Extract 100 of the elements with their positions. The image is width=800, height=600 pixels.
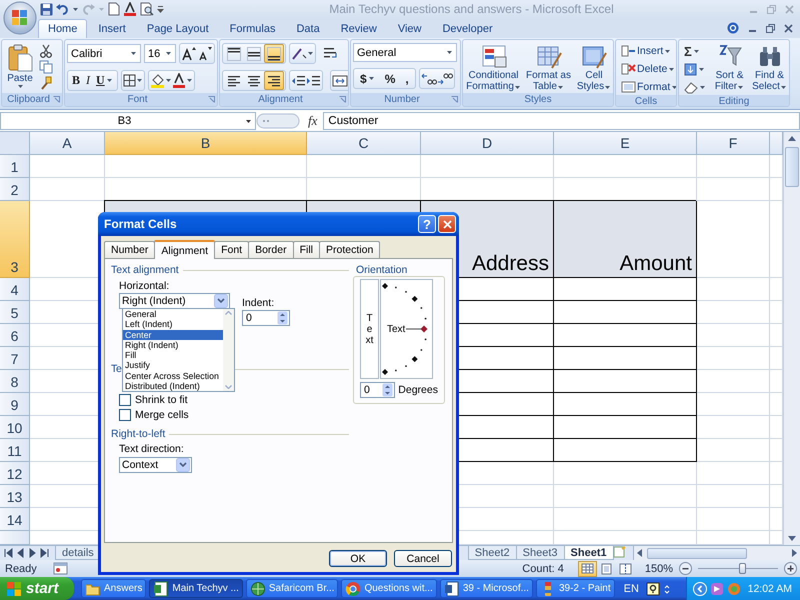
ribbon-tab[interactable]: Page Layout	[136, 19, 219, 38]
restore-icon[interactable]	[766, 24, 775, 32]
column-header[interactable]: F	[697, 132, 770, 155]
sheet-nav-icon[interactable]	[3, 547, 14, 559]
font-color-icon[interactable]	[172, 73, 186, 88]
dialog-tab[interactable]: Border	[248, 241, 294, 258]
brush-icon[interactable]	[39, 76, 53, 90]
sheet-tab[interactable]: Sheet3	[516, 546, 565, 560]
ribbon-tab[interactable]: Formulas	[220, 19, 286, 38]
dialog-launcher-icon[interactable]	[339, 96, 346, 103]
dropdown-option[interactable]: Left (Indent)	[123, 319, 223, 330]
save-icon[interactable]	[40, 2, 53, 16]
horizontal-select[interactable]: Right (Indent)	[119, 293, 230, 309]
column-header[interactable]: E	[554, 132, 697, 155]
borders-icon[interactable]	[122, 74, 136, 87]
language-indicator[interactable]: EN	[624, 582, 639, 594]
row-header[interactable]: 2	[0, 178, 30, 201]
zoom-out-icon[interactable]	[679, 562, 692, 575]
column-header[interactable]: B	[105, 132, 307, 155]
shrink-font-icon[interactable]	[197, 46, 213, 62]
bold-button[interactable]: B	[69, 71, 84, 90]
italic-button[interactable]: I	[83, 71, 94, 90]
undo-icon[interactable]	[56, 2, 69, 16]
name-box[interactable]: B3	[0, 112, 256, 130]
dialog-tab[interactable]: Font	[214, 241, 250, 258]
record-macro-icon[interactable]	[52, 562, 68, 575]
zoom-level[interactable]: 150%	[644, 562, 673, 574]
taskbar-button[interactable]: Answers	[81, 579, 146, 598]
taskbar-button[interactable]: 39 - Microsof...	[440, 579, 533, 598]
dialog-tab[interactable]: Number	[104, 241, 156, 258]
increase-decimal-icon[interactable]	[420, 72, 437, 86]
paste-button[interactable]: Paste	[4, 43, 36, 93]
grid-cell[interactable]	[554, 439, 697, 462]
sheet-tab[interactable]: Sheet2	[468, 546, 517, 560]
scissors-icon[interactable]	[39, 44, 53, 58]
scroll-thumb[interactable]	[785, 147, 799, 187]
sheet-tab[interactable]: Sheet1	[564, 546, 614, 560]
autosum-button[interactable]: Σ	[681, 43, 709, 59]
vertical-scrollbar[interactable]	[783, 132, 800, 545]
row-header[interactable]: 10	[0, 416, 30, 439]
orientation-icon[interactable]	[291, 46, 307, 60]
close-button[interactable]	[438, 215, 456, 233]
sheet-nav-icon[interactable]	[39, 547, 50, 559]
dropdown-option[interactable]: General	[123, 309, 223, 320]
down-arrow-icon[interactable]	[788, 536, 796, 541]
increase-indent-icon[interactable]	[306, 74, 321, 88]
row-header[interactable]: 9	[0, 393, 30, 416]
ribbon-tab[interactable]: Home	[38, 19, 88, 38]
ribbon-tab[interactable]: Data	[286, 19, 330, 38]
row-header[interactable]: 8	[0, 370, 30, 393]
dialog-launcher-icon[interactable]	[208, 96, 215, 103]
dropdown-option[interactable]: Justify	[123, 360, 223, 370]
styles-button[interactable]: Conditional Formatting	[465, 43, 522, 93]
align-button[interactable]	[264, 44, 284, 63]
merge-cells-icon[interactable]	[332, 74, 348, 88]
dialog-tab[interactable]: Protection	[319, 241, 380, 258]
vertical-text-option[interactable]: Text	[360, 279, 379, 379]
column-header[interactable]: C	[307, 132, 421, 155]
column-header[interactable]: D	[421, 132, 554, 155]
horizontal-scrollbar[interactable]	[632, 546, 800, 560]
media-icon[interactable]	[710, 582, 724, 596]
ribbon-tab[interactable]: View	[388, 19, 432, 38]
grid-cell[interactable]: Amount	[554, 201, 697, 278]
sheet-nav-icon[interactable]	[15, 547, 26, 559]
row-header[interactable]: 4	[0, 278, 30, 301]
start-button[interactable]: start	[0, 577, 74, 600]
row-header[interactable]: 12	[0, 462, 30, 485]
zoom-in-icon[interactable]	[784, 562, 797, 575]
comma-button[interactable]: ,	[400, 69, 414, 88]
dialog-launcher-icon[interactable]	[53, 96, 60, 103]
fill-color-icon[interactable]	[150, 73, 165, 88]
dialog-button[interactable]: OK	[329, 550, 387, 567]
text-direction-select[interactable]: Context	[119, 457, 192, 473]
row-header[interactable]: 5	[0, 301, 30, 324]
ribbon-tab[interactable]: Developer	[432, 19, 503, 38]
align-button[interactable]	[244, 44, 264, 63]
styles-button[interactable]: Cell Styles	[575, 43, 613, 93]
orientation-dial[interactable]: Text	[380, 279, 433, 379]
taskbar-button[interactable]: Questions wit...	[341, 579, 437, 598]
editing-button[interactable]: Sort & Filter	[710, 43, 749, 95]
tray-expand-icon[interactable]	[692, 582, 707, 596]
insert-sheet-icon[interactable]	[612, 546, 627, 558]
help-icon[interactable]	[727, 22, 739, 34]
dialog-launcher-icon[interactable]	[451, 96, 458, 103]
dropdown-option[interactable]: Fill	[123, 350, 223, 360]
font-color-icon[interactable]	[123, 2, 137, 16]
customize-icon[interactable]	[157, 6, 164, 12]
print-preview-icon[interactable]	[140, 2, 154, 16]
dropdown-option[interactable]: Right (Indent)	[123, 340, 223, 350]
row-header[interactable]: 6	[0, 324, 30, 347]
currency-button[interactable]: $	[355, 69, 380, 88]
insert-function-button[interactable]: fx	[308, 113, 318, 129]
new-document-icon[interactable]	[108, 2, 120, 16]
ribbon-tab[interactable]: Insert	[88, 19, 136, 38]
cells-button[interactable]: Insert	[618, 43, 676, 59]
dropdown-option[interactable]: Center	[123, 330, 223, 340]
sheet-nav-icon[interactable]	[27, 547, 38, 559]
left-arrow-icon[interactable]	[636, 549, 642, 557]
decrease-decimal-icon[interactable]	[436, 72, 453, 86]
checkbox[interactable]	[119, 394, 131, 406]
